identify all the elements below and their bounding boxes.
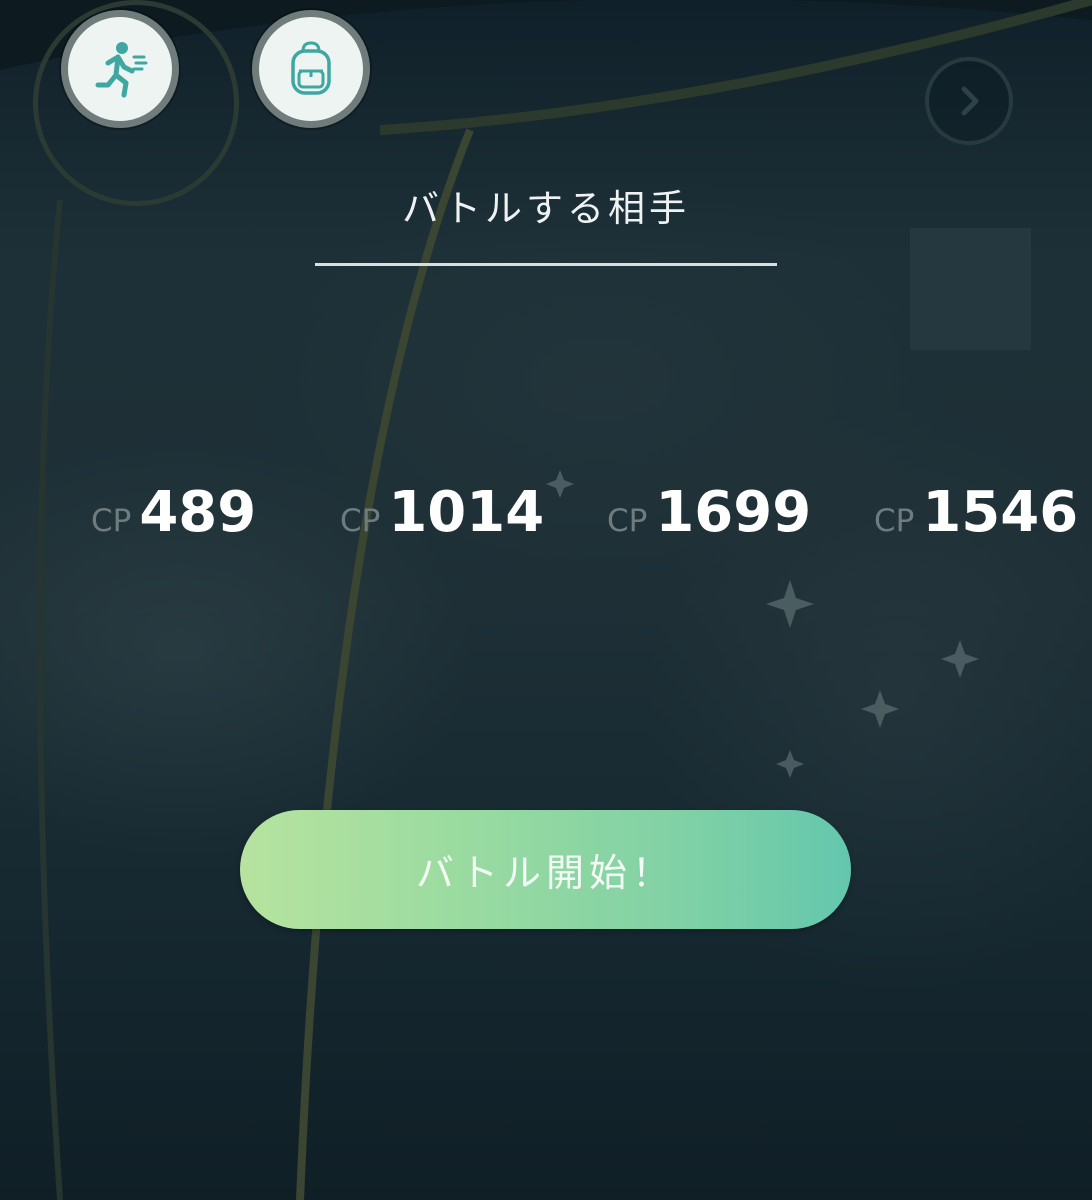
- cp-value: 489: [139, 480, 257, 545]
- start-battle-button[interactable]: バトル開始！: [240, 810, 851, 929]
- chevron-right-icon: [961, 86, 979, 116]
- cp-value: 1699: [655, 480, 812, 545]
- opponent-cp-2: CP 1014: [340, 480, 544, 545]
- next-button[interactable]: [925, 57, 1013, 145]
- opponent-cp-3: CP 1699: [607, 480, 811, 545]
- cp-label: CP: [874, 503, 915, 539]
- bag-button[interactable]: [252, 10, 370, 128]
- opponent-cp-4: CP 1546: [874, 480, 1078, 545]
- opponent-cp-1: CP 489: [91, 480, 256, 545]
- running-person-icon: [95, 42, 148, 98]
- cp-label: CP: [340, 503, 381, 539]
- cp-value: 1546: [922, 480, 1079, 545]
- title-underline: [315, 263, 777, 266]
- cp-label: CP: [91, 503, 132, 539]
- cp-value: 1014: [388, 480, 545, 545]
- cp-label: CP: [607, 503, 648, 539]
- run-away-button[interactable]: [61, 10, 179, 128]
- backpack-icon: [291, 41, 331, 95]
- side-panel: [910, 228, 1031, 350]
- opponents-title: バトルする相手: [401, 187, 691, 230]
